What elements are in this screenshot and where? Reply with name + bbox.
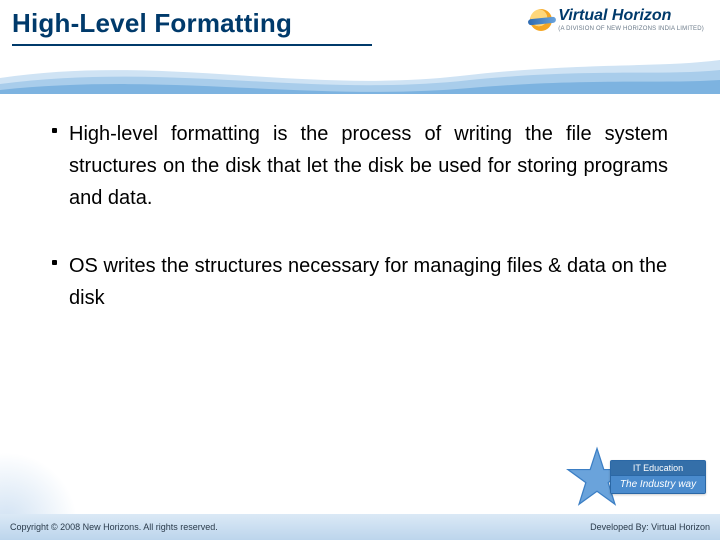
course-badge: IT Education The Industry way	[566, 446, 696, 518]
bullet-text: High-level formatting is the process of …	[69, 118, 668, 214]
brand-name: Virtual Horizon	[558, 8, 704, 24]
badge-label: IT Education The Industry way	[610, 460, 706, 494]
bullet-item: OS writes the structures necessary for m…	[52, 250, 668, 314]
badge-line1: IT Education	[611, 461, 705, 476]
slide: High-Level Formatting Virtual Horizon (A…	[0, 0, 720, 540]
brand-logo: Virtual Horizon (A DIVISION OF NEW HORIZ…	[530, 8, 704, 32]
bullet-icon	[52, 260, 57, 265]
bullet-item: High-level formatting is the process of …	[52, 118, 668, 214]
badge-line2: The Industry way	[611, 476, 705, 493]
globe-swoosh-icon	[530, 9, 552, 31]
title-underline	[12, 44, 372, 46]
slide-title: High-Level Formatting	[12, 8, 292, 39]
content-area: High-level formatting is the process of …	[52, 118, 668, 350]
bullet-icon	[52, 128, 57, 133]
bullet-text: OS writes the structures necessary for m…	[69, 250, 668, 314]
brand-subtitle: (A DIVISION OF NEW HORIZONS INDIA LIMITE…	[558, 26, 704, 32]
header-wave	[0, 50, 720, 94]
developed-by-text: Developed By: Virtual Horizon	[590, 522, 710, 532]
footer-bar: Copyright © 2008 New Horizons. All right…	[0, 514, 720, 540]
copyright-text: Copyright © 2008 New Horizons. All right…	[10, 522, 218, 532]
brand-text: Virtual Horizon (A DIVISION OF NEW HORIZ…	[558, 8, 704, 32]
